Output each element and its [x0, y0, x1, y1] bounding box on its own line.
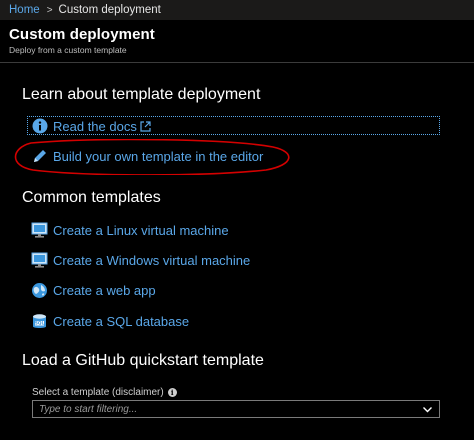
pencil-icon [31, 148, 48, 165]
template-filter-input[interactable] [39, 403, 409, 415]
windows-vm-label: Create a Windows virtual machine [53, 252, 251, 268]
template-filter-combobox[interactable] [32, 400, 440, 418]
monitor-linux-icon [31, 222, 48, 239]
linux-vm-label: Create a Linux virtual machine [53, 222, 229, 238]
web-app-label: Create a web app [53, 282, 156, 298]
common-section-heading: Common templates [22, 189, 161, 206]
select-template-label-text: Select a template (disclaimer) [32, 387, 164, 398]
breadcrumb-bar: Home > Custom deployment [0, 0, 474, 20]
chevron-down-icon[interactable] [422, 404, 433, 415]
svg-text:SQL: SQL [35, 320, 45, 325]
sql-database-icon: SQL [31, 313, 48, 330]
page-title: Custom deployment [9, 26, 155, 43]
select-template-label: Select a template (disclaimer) i [32, 387, 177, 398]
monitor-windows-icon [31, 252, 48, 269]
read-the-docs-link[interactable]: Read the docs [31, 116, 152, 136]
sql-database-label: Create a SQL database [53, 313, 190, 329]
learn-section-heading: Learn about template deployment [22, 86, 261, 103]
page-header: Custom deployment Deploy from a custom t… [0, 20, 474, 63]
build-template-label: Build your own template in the editor [53, 148, 264, 164]
windows-vm-link[interactable]: Create a Windows virtual machine [31, 250, 250, 270]
breadcrumb-home-link[interactable]: Home [9, 4, 40, 16]
info-icon [31, 118, 48, 135]
build-template-link[interactable]: Build your own template in the editor [31, 146, 263, 166]
info-icon[interactable]: i [167, 388, 177, 397]
read-the-docs-label: Read the docs [53, 118, 137, 134]
globe-icon [31, 282, 48, 299]
external-link-icon [140, 120, 152, 132]
page-subtitle: Deploy from a custom template [9, 45, 127, 55]
github-section-heading: Load a GitHub quickstart template [22, 352, 264, 369]
breadcrumb-separator: > [46, 4, 53, 16]
linux-vm-link[interactable]: Create a Linux virtual machine [31, 220, 229, 240]
breadcrumb-current: Custom deployment [58, 4, 161, 16]
web-app-link[interactable]: Create a web app [31, 280, 156, 300]
sql-database-link[interactable]: SQL Create a SQL database [31, 311, 189, 331]
